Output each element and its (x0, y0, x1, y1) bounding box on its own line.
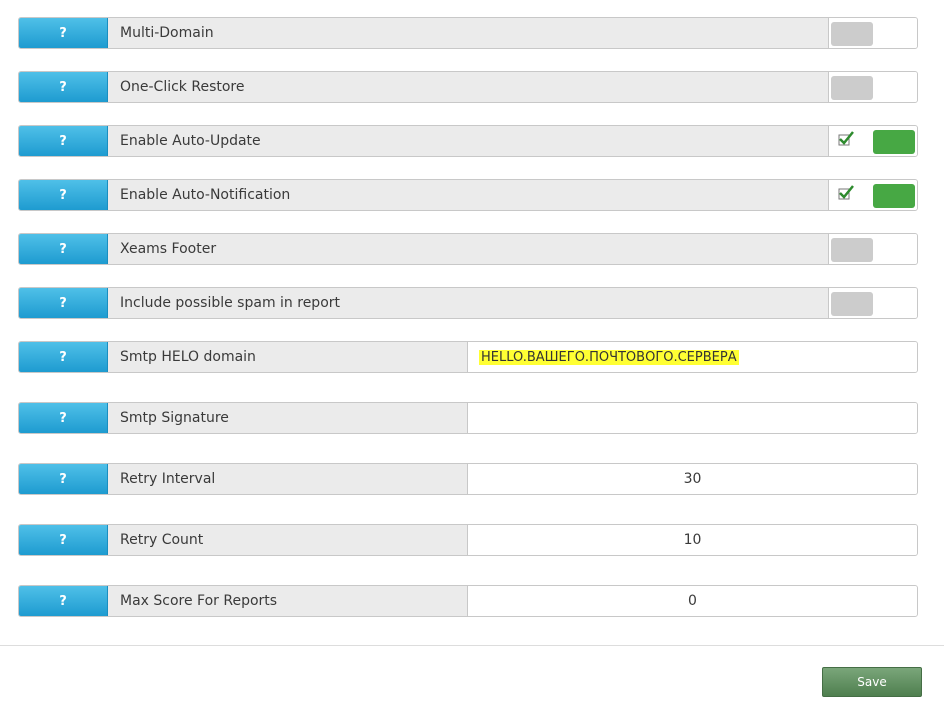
setting-row-retry-interval: ? Retry Interval 30 (18, 463, 918, 495)
setting-row-max-score: ? Max Score For Reports 0 (18, 585, 918, 617)
setting-row-retry-count: ? Retry Count 10 (18, 524, 918, 556)
setting-row-auto-notification: ? Enable Auto-Notification (18, 179, 918, 211)
setting-label: Include possible spam in report (108, 288, 828, 318)
retry-count-input[interactable]: 10 (468, 525, 917, 555)
setting-label: Max Score For Reports (108, 586, 468, 616)
toggle-container (828, 234, 917, 264)
footer-divider (0, 645, 944, 646)
smtp-helo-input[interactable]: HELLO.ВАШЕГО.ПОЧТОВОГО.СЕРВЕРА (468, 342, 917, 372)
setting-label: Xeams Footer (108, 234, 828, 264)
toggle-container (828, 126, 917, 156)
help-button[interactable]: ? (19, 288, 108, 318)
smtp-signature-input[interactable] (468, 403, 917, 433)
toggle-container (828, 180, 917, 210)
setting-label: One-Click Restore (108, 72, 828, 102)
setting-row-include-spam: ? Include possible spam in report (18, 287, 918, 319)
max-score-input[interactable]: 0 (468, 586, 917, 616)
toggle-switch-off[interactable] (831, 292, 873, 316)
setting-row-one-click-restore: ? One-Click Restore (18, 71, 918, 103)
setting-row-smtp-helo: ? Smtp HELO domain HELLO.ВАШЕГО.ПОЧТОВОГ… (18, 341, 918, 373)
setting-label: Retry Count (108, 525, 468, 555)
help-button[interactable]: ? (19, 72, 108, 102)
settings-page: ? Multi-Domain ? One-Click Restore ? Ena… (0, 0, 944, 704)
help-button[interactable]: ? (19, 126, 108, 156)
setting-row-xeams-footer: ? Xeams Footer (18, 233, 918, 265)
toggle-switch-on[interactable] (873, 184, 915, 208)
setting-label: Enable Auto-Notification (108, 180, 828, 210)
checkmark-icon (838, 131, 854, 146)
save-button[interactable]: Save (822, 667, 922, 697)
setting-row-multi-domain: ? Multi-Domain (18, 17, 918, 49)
toggle-container (828, 288, 917, 318)
toggle-container (828, 72, 917, 102)
toggle-container (828, 18, 917, 48)
setting-label: Smtp HELO domain (108, 342, 468, 372)
help-button[interactable]: ? (19, 525, 108, 555)
toggle-switch-on[interactable] (873, 130, 915, 154)
checkmark-icon (838, 185, 854, 200)
setting-label: Retry Interval (108, 464, 468, 494)
smtp-helo-value: HELLO.ВАШЕГО.ПОЧТОВОГО.СЕРВЕРА (479, 349, 739, 365)
help-button[interactable]: ? (19, 464, 108, 494)
setting-row-smtp-signature: ? Smtp Signature (18, 402, 918, 434)
toggle-switch-off[interactable] (831, 76, 873, 100)
help-button[interactable]: ? (19, 342, 108, 372)
setting-label: Enable Auto-Update (108, 126, 828, 156)
setting-label: Multi-Domain (108, 18, 828, 48)
retry-interval-input[interactable]: 30 (468, 464, 917, 494)
toggle-switch-off[interactable] (831, 238, 873, 262)
setting-label: Smtp Signature (108, 403, 468, 433)
help-button[interactable]: ? (19, 18, 108, 48)
toggle-switch-off[interactable] (831, 22, 873, 46)
help-button[interactable]: ? (19, 403, 108, 433)
help-button[interactable]: ? (19, 586, 108, 616)
setting-row-auto-update: ? Enable Auto-Update (18, 125, 918, 157)
help-button[interactable]: ? (19, 180, 108, 210)
help-button[interactable]: ? (19, 234, 108, 264)
